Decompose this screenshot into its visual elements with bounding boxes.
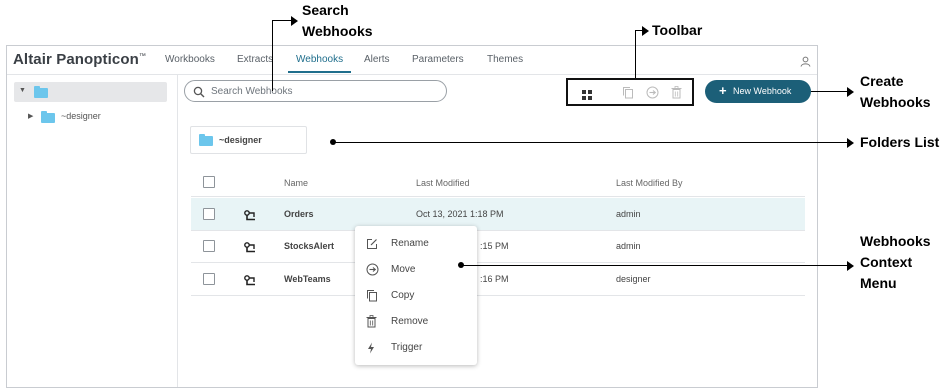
- folder-tree-sidebar: ▼ ▶ ~designer: [7, 75, 178, 387]
- tab-alerts[interactable]: Alerts: [364, 54, 390, 65]
- tab-parameters[interactable]: Parameters: [412, 54, 464, 65]
- plus-icon: +: [719, 83, 727, 98]
- last-modified-by-value: admin: [616, 209, 641, 219]
- search-icon: [193, 85, 205, 103]
- last-modified-value: Oct 13, 2021 1:18 PM: [416, 209, 504, 219]
- folder-icon: [41, 111, 55, 123]
- toolbar: [566, 78, 694, 106]
- webhook-context-menu: Rename Move Copy Remove Trigger: [355, 226, 477, 365]
- copy-icon: [366, 289, 378, 307]
- row-checkbox[interactable]: [203, 273, 215, 285]
- last-modified-by-value: designer: [616, 274, 651, 284]
- last-modified-by-value: admin: [616, 241, 641, 251]
- last-modified-value: :16 PM: [480, 274, 509, 284]
- menu-item-trigger[interactable]: Trigger: [355, 334, 477, 360]
- trash-icon: [366, 315, 377, 333]
- menu-item-label: Copy: [391, 290, 415, 301]
- trash-icon[interactable]: [671, 86, 682, 104]
- lightning-icon: [366, 341, 376, 359]
- callout-line: [635, 30, 636, 78]
- menu-item-move[interactable]: Move: [355, 256, 477, 282]
- brand-logo: Altair Panopticon™: [13, 51, 146, 68]
- select-all-checkbox[interactable]: [203, 176, 215, 188]
- callout-line: [811, 91, 848, 92]
- webhook-name[interactable]: WebTeams: [284, 274, 331, 284]
- callout-create-webhooks: Create Webhooks: [860, 73, 931, 110]
- table-divider: [191, 196, 805, 197]
- arrow-icon: [847, 261, 854, 271]
- folder-icon: [34, 86, 48, 98]
- caret-down-icon[interactable]: ▼: [19, 87, 26, 94]
- folder-card-designer[interactable]: ~designer: [190, 126, 307, 154]
- callout-line: [333, 142, 848, 143]
- arrow-icon: [847, 87, 854, 97]
- callout-line: [272, 20, 292, 21]
- folder-icon: [199, 134, 213, 146]
- tree-folder-label: ~designer: [61, 111, 101, 121]
- row-checkbox[interactable]: [203, 208, 215, 220]
- webhook-icon: [244, 273, 256, 291]
- tab-workbooks[interactable]: Workbooks: [165, 54, 215, 65]
- menu-item-label: Move: [391, 264, 416, 275]
- table-divider: [191, 295, 805, 296]
- webhook-icon: [244, 208, 256, 226]
- last-modified-value: :15 PM: [480, 241, 509, 251]
- column-header-name[interactable]: Name: [284, 178, 308, 188]
- caret-right-icon[interactable]: ▶: [28, 112, 33, 120]
- callout-folders-list: Folders List: [860, 134, 940, 150]
- menu-item-remove[interactable]: Remove: [355, 308, 477, 334]
- column-header-last-modified[interactable]: Last Modified: [416, 178, 470, 188]
- top-nav: Altair Panopticon™ Workbooks Extracts We…: [7, 46, 817, 75]
- table-divider: [191, 262, 805, 263]
- new-webhook-label: New Webhook: [733, 86, 792, 96]
- arrow-icon: [847, 138, 854, 148]
- active-tab-indicator: [288, 71, 351, 73]
- callout-line: [461, 265, 848, 266]
- grid-view-icon[interactable]: [582, 87, 592, 105]
- user-icon[interactable]: [800, 54, 811, 72]
- folder-card-label: ~designer: [219, 135, 262, 145]
- move-icon: [366, 263, 379, 281]
- menu-item-label: Trigger: [391, 342, 423, 353]
- new-webhook-button[interactable]: + New Webhook: [705, 80, 811, 103]
- tab-webhooks[interactable]: Webhooks: [296, 54, 343, 65]
- menu-item-label: Rename: [391, 238, 429, 249]
- callout-line: [272, 20, 273, 91]
- menu-item-copy[interactable]: Copy: [355, 282, 477, 308]
- arrow-icon: [642, 26, 649, 36]
- callout-toolbar: Toolbar: [652, 22, 703, 38]
- row-checkbox[interactable]: [203, 240, 215, 252]
- menu-item-rename[interactable]: Rename: [355, 230, 477, 256]
- edit-icon: [366, 237, 378, 255]
- tab-extracts[interactable]: Extracts: [237, 54, 273, 65]
- move-icon[interactable]: [646, 86, 659, 104]
- copy-icon[interactable]: [622, 86, 634, 104]
- callout-context-menu: Webhooks Context Menu: [860, 233, 931, 291]
- menu-item-label: Remove: [391, 316, 429, 327]
- search-input[interactable]: [211, 84, 431, 98]
- tree-root-folder[interactable]: ▼: [14, 82, 167, 102]
- webhook-name[interactable]: StocksAlert: [284, 241, 334, 251]
- webhook-name[interactable]: Orders: [284, 209, 314, 219]
- webhook-icon: [244, 240, 256, 258]
- callout-search-webhooks: Search Webhooks: [302, 2, 373, 39]
- table-divider: [191, 230, 805, 231]
- search-box[interactable]: [184, 80, 447, 102]
- arrow-icon: [291, 16, 298, 26]
- column-header-last-modified-by[interactable]: Last Modified By: [616, 178, 683, 188]
- tab-themes[interactable]: Themes: [487, 54, 523, 65]
